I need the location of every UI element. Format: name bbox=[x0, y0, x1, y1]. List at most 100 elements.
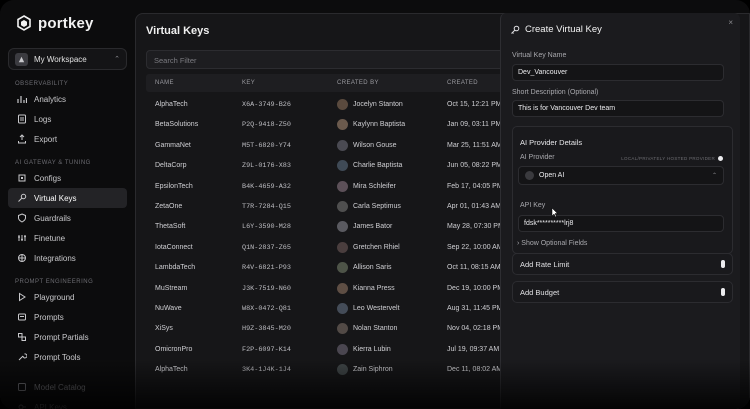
avatar bbox=[337, 180, 348, 192]
provider-select[interactable]: Open AI ⌃ bbox=[518, 166, 724, 185]
row-created-by: Nolan Stanton bbox=[353, 325, 398, 333]
avatar bbox=[337, 323, 348, 335]
sidebar-item-api-keys[interactable]: API Keys bbox=[8, 397, 127, 409]
description-field[interactable]: This is for Vancouver Dev team bbox=[512, 100, 724, 117]
configs-icon bbox=[18, 174, 26, 182]
row-name: GammaNet bbox=[155, 141, 191, 149]
self-hosted-toggle[interactable]: LOCAL/PRIVATELY HOSTED PROVIDER bbox=[621, 156, 723, 161]
api-key-field[interactable]: fdsk**********lrj8 bbox=[518, 215, 724, 232]
row-name: OmicronPro bbox=[155, 345, 193, 353]
sidebar-item-label: Prompt Tools bbox=[34, 352, 81, 362]
sidebar-item-configs[interactable]: Configs bbox=[8, 168, 127, 188]
row-created-by: Carla Septimus bbox=[353, 202, 401, 210]
row-created-by: James Bator bbox=[353, 223, 393, 231]
avatar bbox=[337, 282, 348, 294]
row-name: IotaConnect bbox=[155, 243, 193, 251]
sidebar-item-export[interactable]: Export bbox=[8, 129, 127, 149]
key-name-field[interactable]: Dev_Vancouver bbox=[512, 64, 724, 81]
brand-logo[interactable]: portkey bbox=[8, 14, 127, 32]
sidebar-item-label: Virtual Keys bbox=[34, 193, 77, 203]
avatar bbox=[337, 241, 348, 253]
row-name: BetaSolutions bbox=[155, 121, 199, 129]
row-created: Oct 15, 12:21 PM bbox=[447, 101, 502, 108]
row-key: J3K-7519-N60 bbox=[242, 284, 291, 293]
avatar bbox=[337, 139, 348, 151]
rate-limit-toggle[interactable] bbox=[721, 260, 725, 268]
row-name: XiSys bbox=[155, 325, 173, 333]
app-window: portkey My Workspace ⌃ OBSERVABILITY Anal… bbox=[0, 0, 750, 409]
sidebar-item-prompt-partials[interactable]: Prompt Partials bbox=[8, 327, 127, 347]
sidebar-section-label[interactable]: PROMPT ENGINEERING bbox=[8, 277, 127, 287]
rate-limit-row[interactable]: Add Rate Limit bbox=[512, 253, 733, 275]
row-created: Oct 11, 08:15 AM bbox=[447, 264, 501, 272]
brand-name: portkey bbox=[38, 14, 94, 32]
close-icon[interactable]: × bbox=[728, 18, 733, 27]
row-created-by: Wilson Gouse bbox=[353, 141, 397, 149]
create-virtual-key-drawer: × Create Virtual Key Virtual Key Name De… bbox=[500, 13, 740, 409]
row-created-by: Gretchen Rhiel bbox=[353, 243, 400, 251]
workspace-icon bbox=[18, 56, 25, 62]
provider-label: AI Provider bbox=[520, 154, 555, 161]
sidebar-item-finetune[interactable]: Finetune bbox=[8, 228, 127, 248]
sidebar-item-prompt-tools[interactable]: Prompt Tools bbox=[8, 347, 127, 367]
row-key: M5T-6820-Y74 bbox=[242, 141, 291, 150]
row-created: Mar 25, 11:51 AM bbox=[447, 141, 502, 149]
sidebar-item-analytics[interactable]: Analytics bbox=[8, 89, 127, 109]
row-created: Jun 05, 08:22 PM bbox=[447, 162, 502, 170]
sidebar-item-label: Integrations bbox=[34, 253, 76, 263]
avatar bbox=[337, 119, 348, 131]
row-key: Q1N-2837-Z65 bbox=[242, 243, 291, 252]
sidebar: portkey My Workspace ⌃ OBSERVABILITY Anal… bbox=[0, 0, 135, 409]
search-input[interactable]: Search Filter bbox=[146, 50, 516, 69]
budget-toggle[interactable] bbox=[721, 288, 725, 296]
show-optional-fields-link[interactable]: › Show Optional Fields bbox=[517, 240, 587, 247]
sidebar-item-playground[interactable]: Playground bbox=[8, 287, 127, 307]
row-created: Jul 19, 09:37 AM bbox=[447, 345, 500, 353]
tools-icon bbox=[18, 353, 27, 361]
column-header-created[interactable]: CREATED bbox=[447, 80, 478, 86]
workspace-name: My Workspace bbox=[34, 54, 87, 64]
sidebar-item-prompts[interactable]: Prompts bbox=[8, 307, 127, 327]
row-created-by: Allison Saris bbox=[353, 264, 392, 272]
row-name: ThetaSoft bbox=[155, 223, 186, 231]
sidebar-item-virtual-keys[interactable]: Virtual Keys bbox=[8, 188, 127, 208]
column-header-key[interactable]: KEY bbox=[242, 80, 255, 86]
sidebar-item-logs[interactable]: Logs bbox=[8, 109, 127, 129]
row-name: AlphaTech bbox=[155, 366, 188, 374]
workspace-avatar bbox=[15, 52, 28, 66]
row-created-by: Mira Schleifer bbox=[353, 182, 396, 190]
row-created: Sep 22, 10:00 AM bbox=[447, 243, 503, 251]
api-key-label: API Key bbox=[520, 202, 546, 209]
row-key: B4K-4659-A32 bbox=[242, 182, 291, 191]
sidebar-item-integrations[interactable]: Integrations bbox=[8, 248, 127, 268]
row-created: Feb 17, 04:05 PM bbox=[447, 182, 503, 190]
row-name: LambdaTech bbox=[155, 264, 196, 272]
self-hosted-label: LOCAL/PRIVATELY HOSTED PROVIDER bbox=[621, 156, 715, 161]
avatar bbox=[337, 99, 348, 110]
sidebar-section-label[interactable]: OBSERVABILITY bbox=[8, 79, 127, 89]
provider-section-title: AI Provider Details bbox=[520, 138, 583, 147]
column-header-name[interactable]: NAME bbox=[155, 80, 174, 86]
avatar bbox=[337, 364, 348, 376]
sidebar-item-model-catalog[interactable]: Model Catalog bbox=[8, 377, 127, 397]
row-key: L6Y-3590-M28 bbox=[242, 223, 291, 232]
page-title: Virtual Keys bbox=[146, 25, 210, 37]
row-name: ZetaOne bbox=[155, 202, 183, 210]
key-icon bbox=[18, 193, 27, 202]
workspace-switcher[interactable]: My Workspace ⌃ bbox=[8, 48, 127, 70]
sidebar-item-guardrails[interactable]: Guardrails bbox=[8, 208, 127, 228]
provider-select-value: Open AI bbox=[539, 172, 565, 179]
row-created: Jan 09, 03:11 PM bbox=[447, 121, 502, 129]
sidebar-section-label[interactable]: AI GATEWAY & TUNING bbox=[8, 158, 127, 168]
budget-row[interactable]: Add Budget bbox=[512, 281, 733, 303]
description-label: Short Description (Optional) bbox=[512, 89, 599, 96]
partials-icon bbox=[18, 333, 26, 341]
row-key: W8X-0472-Q81 bbox=[242, 304, 291, 313]
mouse-cursor-icon bbox=[551, 207, 559, 218]
sidebar-item-label: Analytics bbox=[34, 94, 67, 104]
column-header-created-by[interactable]: CREATED BY bbox=[337, 80, 379, 86]
integrations-icon bbox=[18, 254, 26, 262]
prompts-icon bbox=[18, 313, 26, 321]
row-created-by: Zain Siphron bbox=[353, 366, 393, 374]
sidebar-nav: OBSERVABILITY Analytics Logs Export AI GATEW… bbox=[8, 79, 127, 409]
